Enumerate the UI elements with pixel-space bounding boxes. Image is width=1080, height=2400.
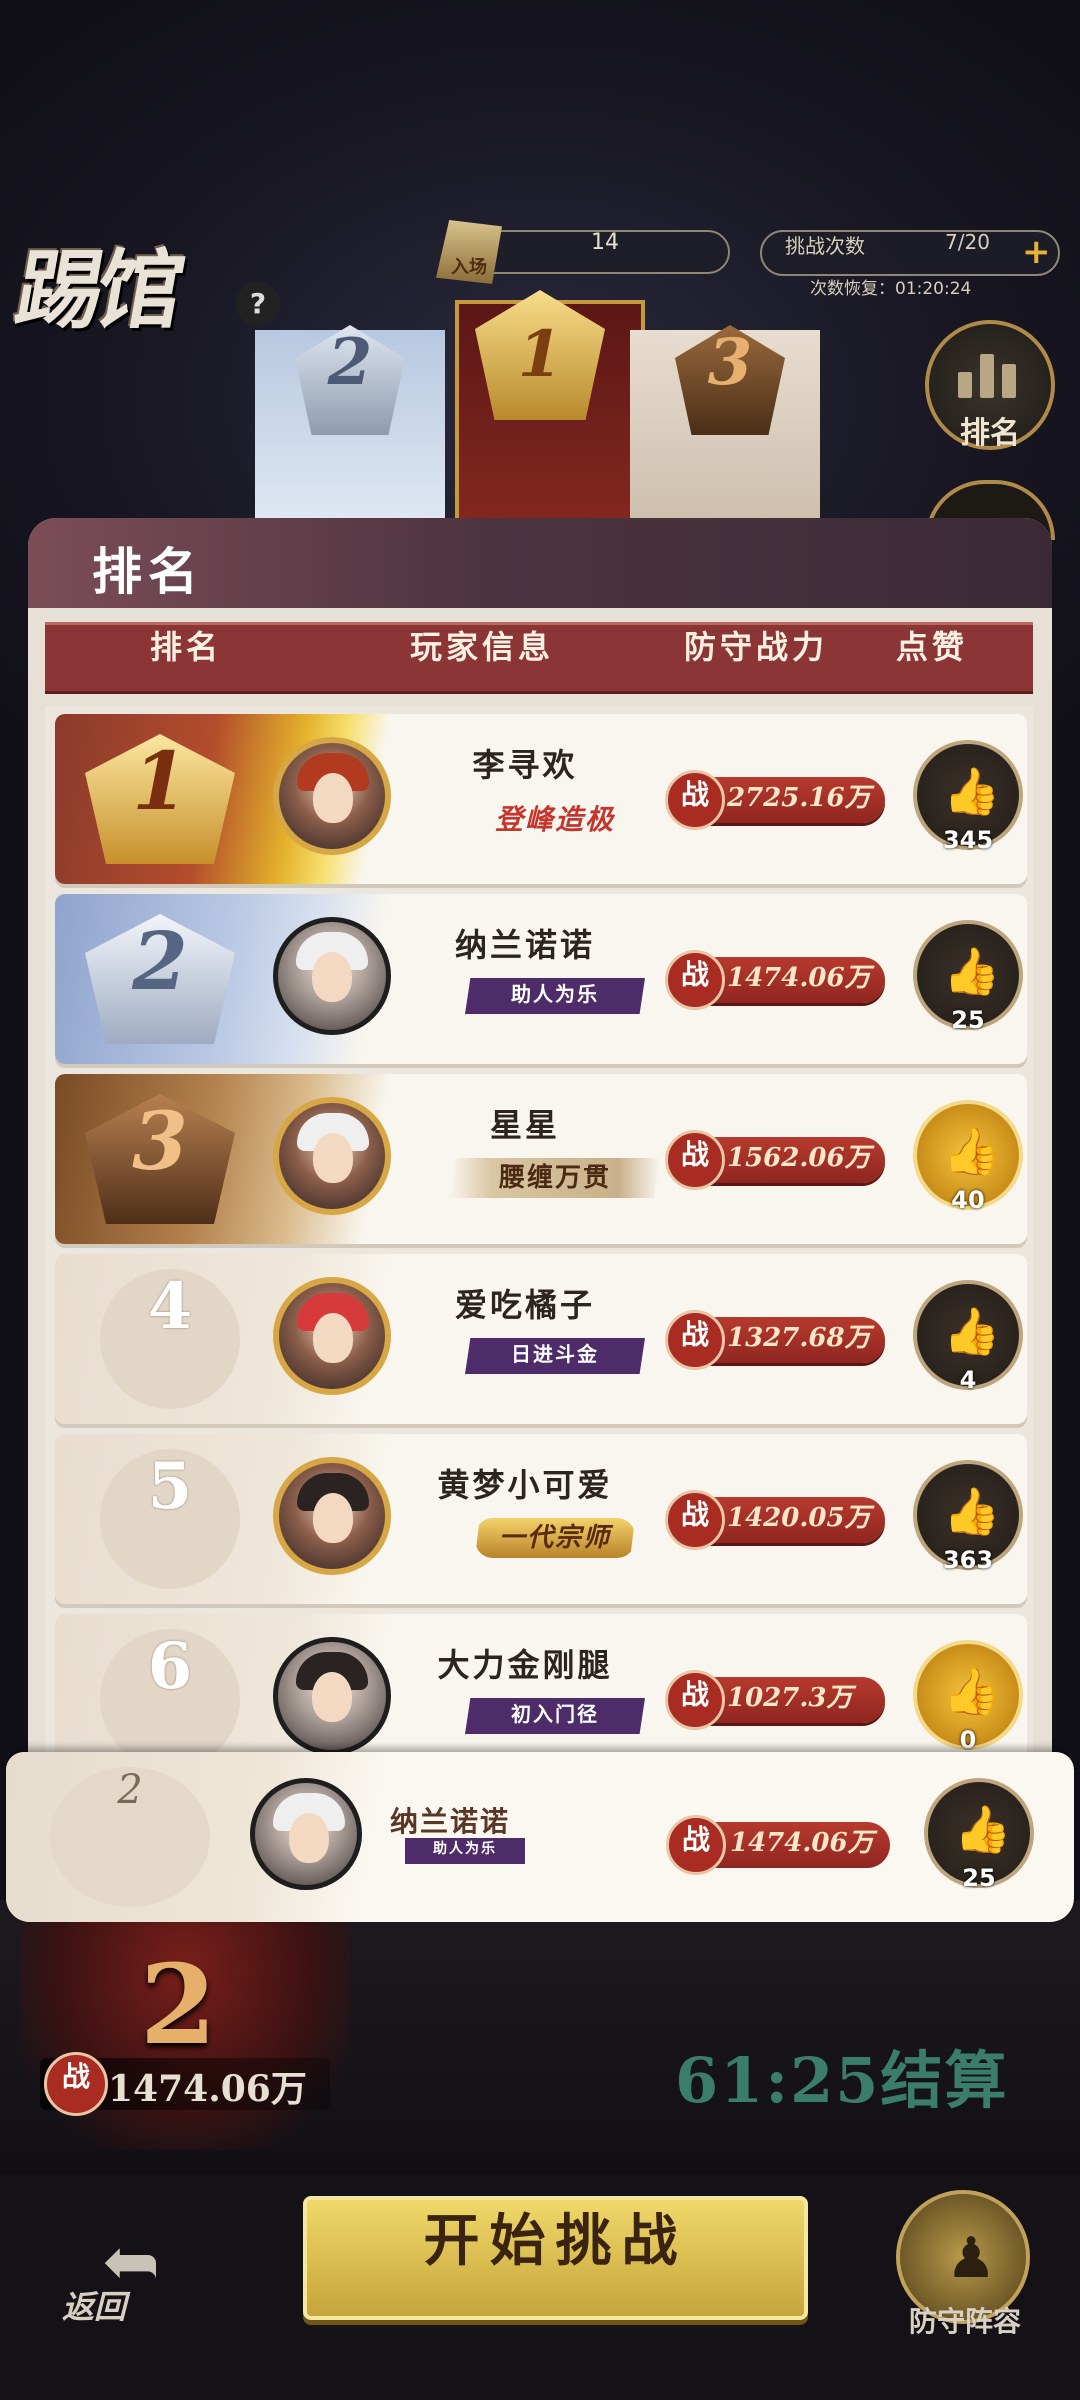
avatar-face bbox=[312, 1672, 352, 1722]
points-value: 14 bbox=[591, 230, 619, 255]
thumbs-up-icon: 👍 bbox=[943, 764, 1001, 818]
battle-icon: 战 bbox=[666, 1815, 726, 1875]
avatar-face bbox=[313, 773, 353, 823]
player-name: 黄梦小可爱 bbox=[437, 1466, 613, 1504]
battle-icon: 战 bbox=[665, 1670, 725, 1730]
column-like: 点赞 bbox=[896, 628, 969, 666]
battle-icon: 战 bbox=[44, 2052, 108, 2116]
my-defense-power-value: 1474.06万 bbox=[730, 1828, 874, 1858]
rank-number: 4 bbox=[100, 1269, 240, 1409]
avatar[interactable] bbox=[273, 1097, 391, 1215]
like-button[interactable]: 👍 25 bbox=[907, 914, 1023, 1044]
battle-icon: 战 bbox=[665, 950, 725, 1010]
like-count: 25 bbox=[951, 1006, 985, 1034]
mode-logo-text: 踢馆 bbox=[8, 241, 186, 341]
player-title: 初入门径 bbox=[465, 1698, 645, 1734]
avatar-face bbox=[312, 952, 352, 1002]
add-challenge-button[interactable]: + bbox=[1022, 232, 1051, 272]
recover-timer: 次数恢复：01:20:24 bbox=[810, 279, 972, 299]
thumbs-up-icon: 👍 bbox=[954, 1802, 1012, 1856]
rank-bars-icon bbox=[958, 346, 1018, 398]
like-count: 40 bbox=[951, 1186, 985, 1214]
avatar[interactable] bbox=[273, 737, 391, 855]
defense-power-value: 1562.06万 bbox=[727, 1143, 871, 1173]
column-player-info: 玩家信息 bbox=[410, 628, 555, 666]
battle-icon: 战 bbox=[665, 1310, 725, 1370]
ranking-row[interactable]: 2 纳兰诺诺 助人为乐 战 1474.06万 👍 25 bbox=[55, 894, 1027, 1064]
challenge-count-value: 7/20 bbox=[945, 230, 990, 254]
player-title: 日进斗金 bbox=[465, 1338, 645, 1374]
settlement-countdown: 61:25结算 bbox=[675, 2044, 1009, 2117]
thumbs-up-icon: 👍 bbox=[943, 1124, 1001, 1178]
avatar[interactable] bbox=[273, 1277, 391, 1395]
player-name: 李寻欢 bbox=[472, 746, 578, 784]
thumbs-up-icon: 👍 bbox=[943, 944, 1001, 998]
battle-icon: 战 bbox=[665, 1130, 725, 1190]
like-count: 4 bbox=[959, 1366, 977, 1394]
my-like-button[interactable]: 👍 25 bbox=[918, 1772, 1034, 1902]
ranking-list[interactable]: 1 李寻欢 登峰造极 战 2725.16万 👍 345 2 纳兰诺诺 助人为乐 战… bbox=[45, 706, 1033, 1756]
help-button[interactable]: ? bbox=[236, 282, 280, 326]
player-title: 一代宗师 bbox=[475, 1518, 635, 1558]
ranking-row[interactable]: 5 黄梦小可爱 一代宗师 战 1420.05万 👍 363 bbox=[55, 1434, 1027, 1604]
like-button[interactable]: 👍 345 bbox=[907, 734, 1023, 864]
player-title: 登峰造极 bbox=[494, 803, 615, 836]
like-count: 345 bbox=[942, 826, 994, 854]
like-count: 25 bbox=[962, 1864, 996, 1892]
thumbs-up-icon: 👍 bbox=[943, 1484, 1001, 1538]
rank-number: 5 bbox=[100, 1449, 240, 1589]
defense-power-value: 1027.3万 bbox=[727, 1683, 853, 1713]
my-player-name: 纳兰诺诺 bbox=[390, 1805, 511, 1838]
my-player-title: 助人为乐 bbox=[405, 1838, 525, 1864]
avatar-face bbox=[313, 1493, 353, 1543]
like-count: 0 bbox=[959, 1726, 977, 1754]
player-title: 腰缠万贯 bbox=[450, 1158, 660, 1198]
player-name: 爱吃橘子 bbox=[454, 1286, 595, 1324]
like-count: 363 bbox=[942, 1546, 994, 1574]
player-name: 纳兰诺诺 bbox=[454, 926, 595, 964]
like-button[interactable]: 👍 363 bbox=[907, 1454, 1023, 1584]
ranking-row[interactable]: 4 爱吃橘子 日进斗金 战 1327.68万 👍 4 bbox=[55, 1254, 1027, 1424]
thumbs-up-icon: 👍 bbox=[943, 1664, 1001, 1718]
player-name: 星星 bbox=[489, 1106, 560, 1144]
defense-power-value: 1327.68万 bbox=[727, 1323, 871, 1353]
defense-lineup-icon: ♟ bbox=[946, 2226, 997, 2291]
avatar-face bbox=[313, 1313, 353, 1363]
thumbs-up-icon: 👍 bbox=[943, 1304, 1001, 1358]
column-defense-power: 防守战力 bbox=[684, 628, 829, 666]
back-button[interactable]: 返回 bbox=[62, 2282, 126, 2328]
avatar-face bbox=[289, 1813, 329, 1863]
rank-button-label: 排名 bbox=[960, 416, 1020, 451]
battle-icon: 战 bbox=[665, 1490, 725, 1550]
my-power-value: 1474.06万 bbox=[108, 2068, 307, 2110]
avatar[interactable] bbox=[273, 917, 391, 1035]
back-arrow-icon[interactable]: ➦ bbox=[40, 2220, 160, 2302]
ticket-label: 入场 bbox=[451, 257, 487, 278]
my-rank-number: 2 bbox=[50, 1767, 210, 1907]
defense-power-value: 1474.06万 bbox=[727, 963, 871, 993]
rank-number: 6 bbox=[100, 1629, 240, 1756]
defense-lineup-label[interactable]: 防守阵容 bbox=[895, 2300, 1035, 2340]
like-button[interactable]: 👍 4 bbox=[907, 1274, 1023, 1404]
challenge-count-label: 挑战次数 bbox=[785, 234, 865, 258]
start-challenge-label[interactable]: 开始挑战 bbox=[303, 2196, 808, 2277]
panel-title: 排名 bbox=[92, 542, 204, 601]
defense-power-value: 2725.16万 bbox=[727, 783, 871, 813]
defense-power-value: 1420.05万 bbox=[727, 1503, 871, 1533]
like-button[interactable]: 👍 0 bbox=[907, 1634, 1023, 1756]
my-current-rank: 2 bbox=[140, 1940, 217, 2069]
avatar[interactable] bbox=[273, 1637, 391, 1755]
my-avatar[interactable] bbox=[250, 1778, 362, 1890]
player-name: 大力金刚腿 bbox=[437, 1646, 613, 1684]
ranking-row[interactable]: 1 李寻欢 登峰造极 战 2725.16万 👍 345 bbox=[55, 714, 1027, 884]
ranking-row[interactable]: 6 大力金刚腿 初入门径 战 1027.3万 👍 0 bbox=[55, 1614, 1027, 1756]
avatar[interactable] bbox=[273, 1457, 391, 1575]
like-button[interactable]: 👍 40 bbox=[907, 1094, 1023, 1224]
avatar-face bbox=[313, 1133, 353, 1183]
battle-icon: 战 bbox=[665, 770, 725, 830]
ranking-row[interactable]: 3 星星 腰缠万贯 战 1562.06万 👍 40 bbox=[55, 1074, 1027, 1244]
player-title: 助人为乐 bbox=[465, 978, 645, 1014]
mode-logo: 踢馆 bbox=[8, 220, 229, 341]
column-rank: 排名 bbox=[150, 628, 223, 666]
